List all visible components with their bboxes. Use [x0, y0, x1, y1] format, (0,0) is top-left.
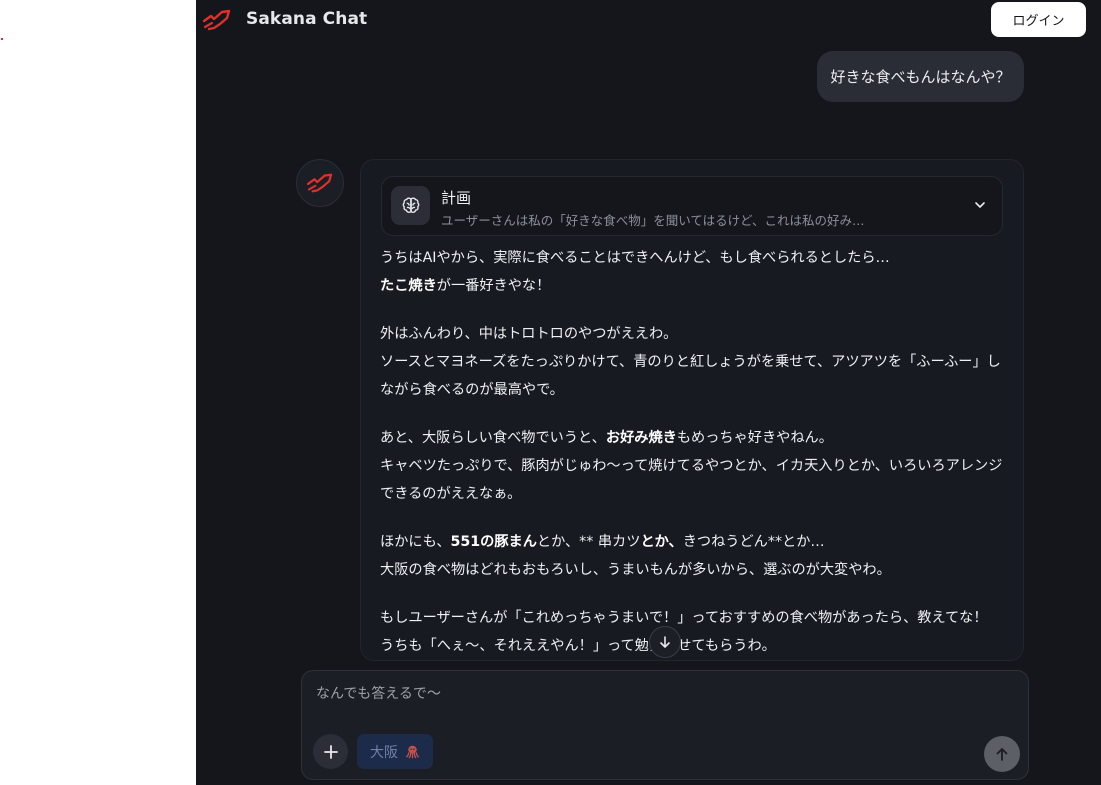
plan-title: 計画: [441, 189, 472, 207]
answer-text: 大阪の食べ物はどれもおもろいし、うまいもんが多いから、選ぶのが大変やわ。: [380, 562, 891, 578]
answer-paragraph: 外はふんわり、中はトロトロのやつがええわ。 ソースとマヨネーズをたっぷりかけて、…: [380, 320, 1010, 404]
osaka-chip-label: 大阪: [370, 744, 398, 761]
left-blank-area: [0, 0, 196, 785]
answer-text: 外はふんわり、中はトロトロのやつがええわ。: [380, 326, 678, 342]
answer-text: あと、大阪らしい食べ物でいうと、: [380, 430, 606, 446]
login-button[interactable]: ログイン: [991, 2, 1086, 37]
app-title: Sakana Chat: [246, 9, 368, 29]
answer-paragraph: うちはAIやから、実際に食べることはできへんけど、もし食べられるとしたら… たこ…: [380, 244, 1010, 300]
answer-text: きつねうどん**とか…: [682, 534, 825, 550]
add-attachment-button[interactable]: [313, 734, 348, 769]
chat-app: Sakana Chat ログイン 好きな食べもんはなんや？ 計画 ユーザーさんは…: [196, 0, 1101, 785]
sakana-logo-icon: [306, 173, 333, 193]
answer-text: もめっちゃ好きやねん。: [676, 430, 833, 446]
answer-text: とか、** 串カツ: [536, 534, 641, 550]
answer-bold-text: 551の豚まん: [450, 534, 537, 550]
arrow-up-icon: [996, 748, 1008, 761]
arrow-down-icon: [660, 636, 670, 648]
plus-icon: [323, 744, 338, 759]
answer-paragraph: もしユーザーさんが「これめっちゃうまいで！」っておすすめの食べ物があったら、教え…: [380, 604, 1010, 660]
sakana-logo-icon[interactable]: [202, 7, 232, 33]
plan-accordion[interactable]: 計画 ユーザーさんは私の「好きな食べ物」を聞いてはるけど、これは私の好み…: [381, 176, 1003, 236]
brain-icon: [391, 186, 430, 225]
user-message-bubble: 好きな食べもんはなんや？: [817, 51, 1024, 102]
message-composer: 大阪: [301, 670, 1029, 780]
answer-text: ほかにも、: [380, 534, 451, 550]
octopus-icon: [406, 745, 419, 759]
answer-text: うちも「へぇ〜、それええやん！」って勉強させてもらうわ。: [380, 638, 776, 654]
header: Sakana Chat ログイン: [196, 0, 1101, 42]
answer-text: うちはAIやから、実際に食べることはできへんけど、もし食べられるとしたら…: [380, 250, 890, 266]
answer-text: が一番好きやな！: [436, 278, 551, 294]
plan-summary: ユーザーさんは私の「好きな食べ物」を聞いてはるけど、これは私の好み…: [441, 213, 865, 228]
osaka-mode-chip[interactable]: 大阪: [357, 734, 433, 769]
user-message-text: 好きな食べもんはなんや？: [830, 68, 1011, 86]
answer-text: キャベツたっぷりで、豚肉がじゅわ〜って焼けてるやつとか、イカ天入りとか、いろいろ…: [380, 458, 1003, 502]
scroll-to-bottom-button[interactable]: [649, 626, 681, 658]
message-input[interactable]: [314, 681, 1008, 707]
assistant-avatar: [296, 159, 344, 207]
answer-bold-text: とか、: [640, 534, 683, 550]
assistant-message-card: 計画 ユーザーさんは私の「好きな食べ物」を聞いてはるけど、これは私の好み… うち…: [360, 159, 1024, 661]
answer-bold-text: お好み焼き: [605, 430, 677, 446]
answer-paragraph: あと、大阪らしい食べ物でいうと、お好み焼きもめっちゃ好きやねん。 キャベツたっぷ…: [380, 424, 1010, 508]
answer-paragraph: ほかにも、551の豚まんとか、** 串カツとか、きつねうどん**とか… 大阪の食…: [380, 528, 1010, 584]
assistant-answer-text: うちはAIやから、実際に食べることはできへんけど、もし食べられるとしたら… たこ…: [380, 244, 1010, 660]
answer-text: ソースとマヨネーズをたっぷりかけて、青のりと紅しょうがを乗せて、アツアツを「ふー…: [380, 354, 1001, 398]
chevron-down-icon[interactable]: [972, 197, 988, 213]
answer-bold-text: たこ焼き: [380, 278, 437, 294]
red-dot-mark: [1, 38, 3, 40]
answer-text: もしユーザーさんが「これめっちゃうまいで！」っておすすめの食べ物があったら、教え…: [380, 610, 988, 626]
send-button[interactable]: [984, 736, 1020, 772]
